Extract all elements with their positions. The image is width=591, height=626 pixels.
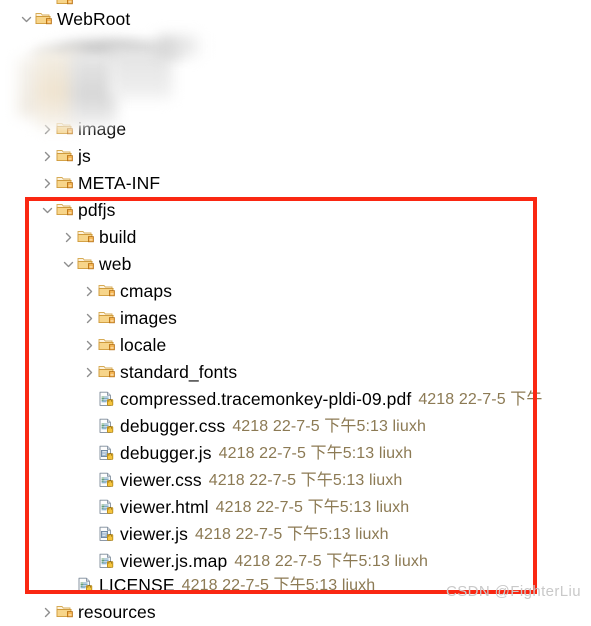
tree-row-label: viewer.css [120,470,202,490]
tree-row-label: standard_fonts [120,362,238,382]
file-icon [97,467,117,494]
folder-icon [55,170,75,197]
tree-row-label: build [99,227,137,247]
tree-row-label: debugger.js [120,443,212,463]
tree-row-label: images [120,308,178,328]
folder-icon [76,251,96,278]
tree-row-label: debugger.css [120,416,226,436]
file-icon [97,494,117,521]
tree-row-label: viewer.js [120,524,189,544]
tree-row-label: web [99,254,132,274]
file-tree[interactable]: WebRoot image js META-INF pdfjs build web cmaps… [0,0,591,622]
tree-row-meta: 4218 22-7-5 下午5:13 liuxh [208,472,403,489]
tree-row[interactable]: locale [0,332,591,359]
tree-row[interactable]: images [0,305,591,332]
tree-row-label: locale [120,335,167,355]
tree-row[interactable]: viewer.js.map 4218 22-7-5 下午5:13 liuxh [0,548,591,575]
tree-row-label: viewer.html [120,497,209,517]
tree-row-meta: 4218 22-7-5 下午 [418,391,543,408]
tree-row-meta: 4218 22-7-5 下午5:13 liuxh [218,445,413,462]
chevron-right-icon[interactable] [81,332,97,359]
folder-icon [34,6,54,33]
tree-row-meta: 4218 22-7-5 下午5:13 liuxh [234,553,428,570]
folder-icon [97,332,117,359]
chevron-down-icon[interactable] [18,6,34,33]
folder-icon [55,116,75,143]
file-icon [97,386,117,413]
tree-row-label: WebRoot [57,9,131,29]
tree-row-label: image [78,119,127,139]
tree-row[interactable]: resources [0,599,591,626]
tree-row-label: META-INF [78,173,161,193]
chevron-right-icon[interactable] [81,305,97,332]
tree-row[interactable]: viewer.css 4218 22-7-5 下午5:13 liuxh [0,467,591,494]
tree-row[interactable]: WebRoot [0,6,591,33]
tree-row-label: LICENSE [99,575,175,595]
tree-row-label: cmaps [120,281,173,301]
chevron-right-icon[interactable] [39,143,55,170]
tree-row[interactable]: debugger.css 4218 22-7-5 下午5:13 liuxh [0,413,591,440]
twisty-placeholder [81,494,97,521]
chevron-right-icon[interactable] [39,116,55,143]
tree-row[interactable]: viewer.js 4218 22-7-5 下午5:13 liuxh [0,521,591,548]
csdn-watermark: CSDN @FighterLiu [446,583,581,600]
chevron-right-icon[interactable] [81,359,97,386]
chevron-right-icon[interactable] [81,278,97,305]
tree-row-label: js [78,146,91,166]
tree-row[interactable]: META-INF [0,170,591,197]
tree-row[interactable]: compressed.tracemonkey-pldi-09.pdf 4218 2… [0,386,591,413]
folder-icon [76,224,96,251]
chevron-right-icon[interactable] [39,170,55,197]
tree-row[interactable]: debugger.js 4218 22-7-5 下午5:13 liuxh [0,440,591,467]
tree-row[interactable]: js [0,143,591,170]
tree-row-meta: 4218 22-7-5 下午5:13 liuxh [215,499,410,516]
twisty-placeholder [81,521,97,548]
chevron-right-icon[interactable] [60,224,76,251]
twisty-placeholder [81,413,97,440]
chevron-down-icon[interactable] [60,251,76,278]
file-js-icon [97,521,117,548]
folder-icon [55,599,75,626]
tree-row[interactable]: pdfjs [0,197,591,224]
twisty-placeholder [81,386,97,413]
tree-row-label: compressed.tracemonkey-pldi-09.pdf [120,389,412,409]
twisty-placeholder [60,572,76,599]
tree-row[interactable]: image [0,116,591,143]
tree-row-label: pdfjs [78,200,116,220]
tree-row[interactable]: cmaps [0,278,591,305]
twisty-placeholder [81,548,97,575]
tree-row-meta: 4218 22-7-5 下午5:13 liuxh [232,418,426,435]
file-icon [97,548,117,575]
chevron-down-icon[interactable] [39,197,55,224]
tree-row[interactable]: build [0,224,591,251]
chevron-right-icon[interactable] [39,599,55,626]
folder-icon [97,359,117,386]
tree-row-meta: 4218 22-7-5 下午5:13 liuxh [195,526,389,543]
file-js-icon [97,440,117,467]
file-icon [76,572,96,599]
twisty-placeholder [81,440,97,467]
folder-icon [97,278,117,305]
tree-row-label: viewer.js.map [120,551,228,571]
folder-icon [55,197,75,224]
tree-row[interactable]: standard_fonts [0,359,591,386]
folder-icon [55,143,75,170]
twisty-placeholder [81,467,97,494]
tree-row[interactable]: web [0,251,591,278]
tree-row-label: resources [78,602,156,622]
file-icon [97,413,117,440]
tree-row[interactable]: viewer.html 4218 22-7-5 下午5:13 liuxh [0,494,591,521]
tree-row-meta: 4218 22-7-5 下午5:13 liuxh [181,577,376,594]
folder-icon [97,305,117,332]
